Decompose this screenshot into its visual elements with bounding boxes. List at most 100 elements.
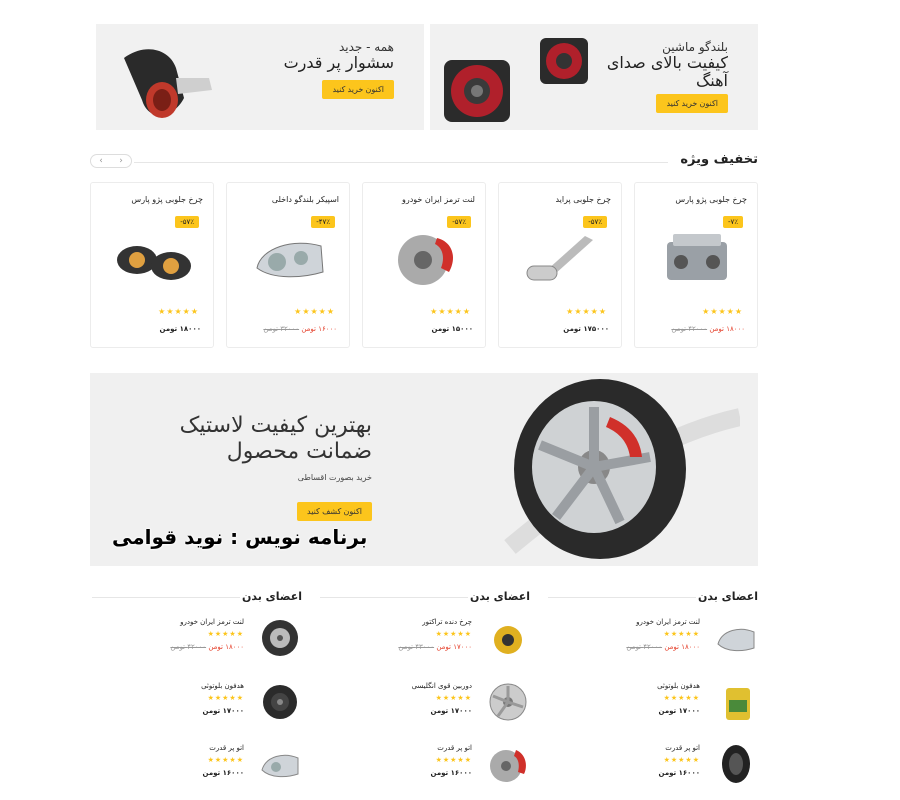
product-column: اعضای بدن لنت ترمز ایران خودرو ★★★★★ ۱۸۰… <box>92 590 302 800</box>
hero-title-line1: بهترین کیفیت لاستیک <box>179 413 372 438</box>
banner-subtitle: بلندگو ماشین <box>662 40 728 54</box>
star-rating: ★★★★★ <box>663 694 700 702</box>
product-price: ۱۷۵۰۰۰ تومن <box>563 325 609 333</box>
product-name: چرخ جلوبی پژو پارس <box>675 195 747 204</box>
tire-thumb <box>722 745 750 783</box>
list-item[interactable]: اتو پر قدرت ★★★★★ ۱۶۰۰۰ تومن <box>92 742 302 792</box>
headlight-thumb <box>261 754 299 778</box>
brake-disc-thumb <box>490 750 526 782</box>
banner-hair-dryer[interactable]: همه - جدید سشوار پر قدرت اکنون خرید کنید <box>96 24 424 130</box>
banner-speakers[interactable]: بلندگو ماشین کیفیت بالای صدای آهنگ اکنون… <box>430 24 758 130</box>
oil-can-thumb <box>726 688 750 720</box>
item-name: اتو پر قدرت <box>665 744 700 752</box>
item-price: ۱۶۰۰۰ تومن <box>203 769 244 777</box>
product-column: اعضای بدن چرخ دنده تراکتور ★★★★★ ۱۷۰۰۰ ت… <box>320 590 530 800</box>
item-price: ۱۷۰۰۰ تومن <box>203 707 244 715</box>
product-name: چرخ جلوبی پراید <box>555 195 611 204</box>
star-rating: ★★★★★ <box>430 307 471 316</box>
divider <box>320 597 468 598</box>
chevron-right-icon[interactable]: › <box>119 156 123 166</box>
speaker-image <box>444 38 588 122</box>
star-rating: ★★★★★ <box>435 630 472 638</box>
product-name: چرخ جلوبی پژو پارس <box>131 195 203 204</box>
old-price: ۳۲۰۰۰ تومن <box>263 325 300 333</box>
item-name: اتو پر قدرت <box>437 744 472 752</box>
rim-thumb <box>489 683 527 721</box>
star-rating: ★★★★★ <box>435 694 472 702</box>
product-name: اسپیکر بلندگو داخلی <box>271 195 339 204</box>
price: ۱۷۰۰۰ تومن <box>436 643 472 651</box>
list-item[interactable]: اتو پر قدرت ★★★★★ ۱۶۰۰۰ تومن <box>548 742 758 792</box>
item-price: ۱۷۰۰۰ تومن <box>659 707 700 715</box>
filter-thumb <box>494 626 522 654</box>
price: ۱۸۰۰۰ تومن <box>159 325 201 333</box>
star-rating: ★★★★★ <box>158 307 199 316</box>
item-price: ۱۶۰۰۰ تومن <box>431 769 472 777</box>
banner-title: کیفیت بالای صدای آهنگ <box>606 53 728 90</box>
item-price: ۱۶۰۰۰ تومن <box>659 769 700 777</box>
section-title: تخفیف ویژه <box>680 152 758 167</box>
old-price: ۴۲۰۰۰ تومن <box>671 325 708 333</box>
price: ۱۷۰۰۰ تومن <box>430 707 472 715</box>
product-card[interactable]: چرخ جلوبی پراید -۵۷٪ ★★★★★ ۱۷۵۰۰۰ تومن <box>498 182 622 348</box>
product-card[interactable]: لنت ترمز ایران خودرو -۵۷٪ ★★★★★ ۱۵۰۰۰ تو… <box>362 182 486 348</box>
chevron-left-icon[interactable]: ‹ <box>99 156 103 166</box>
discount-badge: -۵۷٪ <box>583 216 607 228</box>
column-title: اعضای بدن <box>697 590 758 603</box>
star-rating: ★★★★★ <box>294 307 335 316</box>
price: ۱۶۰۰۰ تومن <box>658 769 700 777</box>
hero-subtitle: خرید بصورت اقساطی <box>297 473 372 482</box>
product-price: ۱۵۰۰۰ تومن <box>432 325 473 333</box>
special-offers-header: تخفیف ویژه ‹ › <box>90 152 758 172</box>
star-rating: ★★★★★ <box>566 307 607 316</box>
item-name: هدفون بلوتوثی <box>657 682 700 690</box>
product-price: ۱۸۰۰۰ تومن <box>160 325 201 333</box>
price: ۱۶۰۰۰ تومن <box>430 769 472 777</box>
discover-now-button[interactable]: اکنون کشف کنید <box>297 502 372 521</box>
discount-badge: -۴۷٪ <box>311 216 335 228</box>
product-card[interactable]: چرخ جلوبی پژو پارس -۵۷٪ ★★★★★ ۱۸۰۰۰ تومن <box>90 182 214 348</box>
old-price: ۴۲۰۰۰ تومن <box>170 643 207 651</box>
item-name: لنت ترمز ایران خودرو <box>636 618 700 626</box>
discount-badge: -۷٪ <box>722 216 743 228</box>
brake-disc-image <box>398 235 453 285</box>
shop-now-button[interactable]: اکنون خرید کنید <box>656 94 728 113</box>
item-name: لنت ترمز ایران خودرو <box>180 618 244 626</box>
price: ۱۷۰۰۰ تومن <box>658 707 700 715</box>
star-rating: ★★★★★ <box>663 630 700 638</box>
product-card[interactable]: چرخ جلوبی پژو پارس -۷٪ ★★★★★ ۱۸۰۰۰ تومن … <box>634 182 758 348</box>
item-price: ۱۸۰۰۰ تومن ۴۲۰۰۰ تومن <box>170 643 244 651</box>
price: ۱۶۰۰۰ تومن <box>301 325 337 333</box>
headlight-image <box>117 246 191 280</box>
divider <box>92 597 240 598</box>
tire-thumb <box>262 620 298 656</box>
list-item[interactable]: لنت ترمز ایران خودرو ★★★★★ ۱۸۰۰۰ تومن ۴۲… <box>548 616 758 666</box>
product-name: لنت ترمز ایران خودرو <box>401 195 475 204</box>
old-price: ۴۳۰۰۰ تومن <box>398 643 435 651</box>
speaker-thumb <box>263 685 297 719</box>
item-price: ۱۷۰۰۰ تومن <box>431 707 472 715</box>
banner-title: سشوار پر قدرت <box>283 53 394 72</box>
list-item[interactable]: اتو پر قدرت ★★★★★ ۱۶۰۰۰ تومن <box>320 742 530 792</box>
engine-image <box>667 234 727 280</box>
list-item[interactable]: چرخ دنده تراکتور ★★★★★ ۱۷۰۰۰ تومن ۴۳۰۰۰ … <box>320 616 530 666</box>
star-rating: ★★★★★ <box>435 756 472 764</box>
star-rating: ★★★★★ <box>207 756 244 764</box>
item-name: چرخ دنده تراکتور <box>422 618 472 626</box>
item-name: اتو پر قدرت <box>209 744 244 752</box>
discount-badge: -۵۷٪ <box>447 216 471 228</box>
star-rating: ★★★★★ <box>207 630 244 638</box>
exhaust-image <box>526 236 593 281</box>
tire-hero-banner[interactable]: بهترین کیفیت لاستیک ضمانت محصول خرید بصو… <box>90 373 758 566</box>
star-rating: ★★★★★ <box>702 307 743 316</box>
tire-image <box>504 379 740 559</box>
product-column: اعضای بدن لنت ترمز ایران خودرو ★★★★★ ۱۸۰… <box>548 590 758 800</box>
list-item[interactable]: هدفون بلوتوثی ★★★★★ ۱۷۰۰۰ تومن <box>92 680 302 730</box>
product-price: ۱۸۰۰۰ تومن ۴۲۰۰۰ تومن <box>671 325 745 333</box>
list-item[interactable]: هدفون بلوتوثی ★★★★★ ۱۷۰۰۰ تومن <box>548 680 758 730</box>
list-item[interactable]: دوربین قوی انگلیسی ★★★★★ ۱۷۰۰۰ تومن <box>320 680 530 730</box>
product-card[interactable]: اسپیکر بلندگو داخلی -۴۷٪ ★★★★★ ۱۶۰۰۰ توم… <box>226 182 350 348</box>
shop-now-button[interactable]: اکنون خرید کنید <box>322 80 394 99</box>
list-item[interactable]: لنت ترمز ایران خودرو ★★★★★ ۱۸۰۰۰ تومن ۴۲… <box>92 616 302 666</box>
banner-subtitle: همه - جدید <box>338 40 394 54</box>
